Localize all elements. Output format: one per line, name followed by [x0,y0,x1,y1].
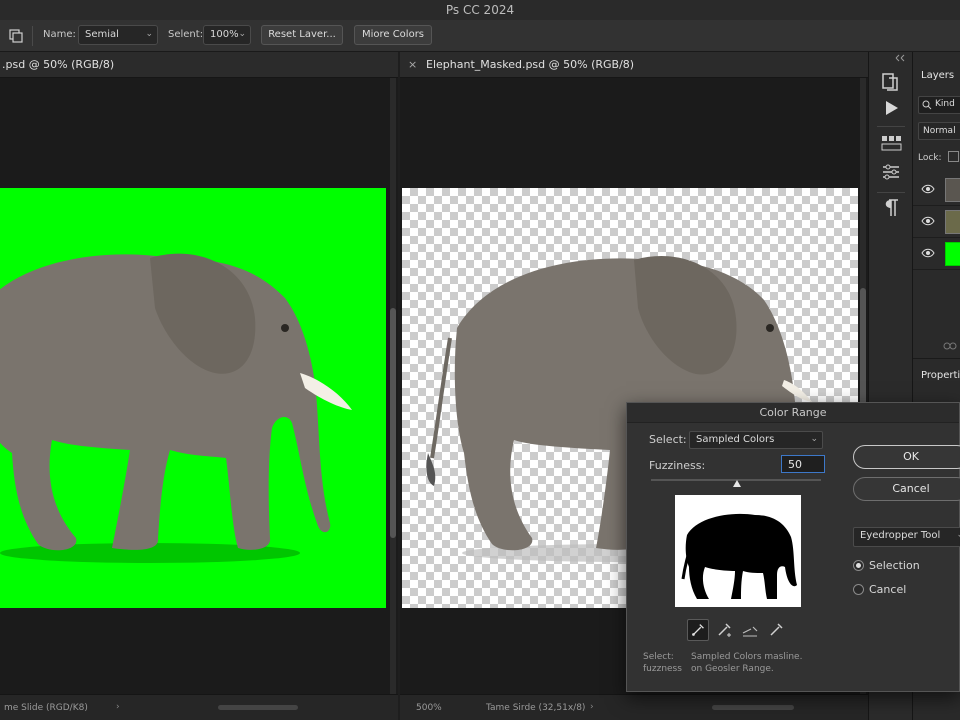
play-icon[interactable] [879,96,903,120]
eye-icon[interactable] [921,216,935,226]
eyedropper-icon[interactable] [687,619,709,641]
eye-icon[interactable] [921,184,935,194]
history-icon[interactable] [879,70,903,94]
chevron-down-icon: ⌄ [238,29,246,39]
eyedropper-group [687,619,787,641]
chevron-down-icon: ⌄ [956,530,960,540]
properties-title[interactable]: Properti [921,370,960,381]
search-icon [922,100,932,110]
layers-filter-kind: Kind [935,99,955,109]
options-bar: Name: Semial ⌄ Selent: 100% ⌄ Reset Lave… [0,20,960,52]
elephant-image [0,253,352,563]
radio-cancel[interactable] [853,584,864,595]
layer-row[interactable] [913,238,960,270]
name-label: Name: [43,29,76,40]
close-icon[interactable]: × [408,58,417,71]
strip-divider [877,192,905,193]
tool-dropdown-value: Eyedropper Tool [860,530,941,541]
blend-mode-value: Normal [923,126,956,136]
paragraph-icon[interactable] [879,196,903,220]
hscroll-thumb-left[interactable] [218,705,298,710]
layer-row[interactable] [913,206,960,238]
strip-divider [877,126,905,127]
blend-mode-select[interactable]: Normal [918,122,960,140]
tool-dropdown[interactable]: Eyedropper Tool ⌄ [853,527,960,547]
collapse-icon[interactable] [895,54,907,62]
layer-thumbnail [945,178,960,202]
eyedropper-invert-icon[interactable] [765,619,787,641]
status-zoom-right[interactable]: 500% [416,703,442,713]
layer-row[interactable] [913,174,960,206]
doc-tab-right-title: Elephant_Masked.psd @ 50% (RGB/8) [426,58,635,71]
select-percent-value: 100% [210,29,239,40]
more-colors-button[interactable]: Miore Colors [354,25,432,45]
options-divider [32,26,33,46]
silhouette-preview-image [681,513,797,599]
radio-cancel-label: Cancel [869,583,907,596]
fuzziness-label: Fuzziness: [649,459,706,472]
radio-selection-label: Selection [869,559,920,572]
status-text-right: Tame Sirde (32,51x/8) [486,703,586,713]
layers-title[interactable]: Layers [921,70,954,81]
fuzziness-slider-handle[interactable] [733,480,741,487]
eyedropper-plus-icon[interactable] [713,619,735,641]
help-text-2: on Geosler Range. [691,664,774,674]
help-text-1: Sampled Colors masline. [691,652,803,662]
eyedropper-minus-icon[interactable] [739,619,761,641]
doc-tab-right[interactable]: × Elephant_Masked.psd @ 50% (RGB/8) [400,52,868,78]
name-select[interactable]: Semial ⌄ [78,25,158,45]
dialog-title: Color Range [627,403,959,423]
radio-selection[interactable] [853,560,864,571]
green-screen-canvas [0,188,386,608]
doc-tab-left-title: .psd @ 50% (RGB/8) [2,58,115,71]
doc-tab-left[interactable]: .psd @ 50% (RGB/8) [0,52,398,78]
select-percent[interactable]: 100% ⌄ [203,25,251,45]
chevron-right-icon[interactable]: › [590,702,594,712]
status-bar-right: 500% Tame Sirde (32,51x/8) › [400,694,868,720]
selection-preview[interactable] [675,495,801,607]
ok-button[interactable]: OK [853,445,960,469]
lock-label: Lock: [918,153,942,163]
help-label-select: Select: [643,652,674,662]
layers-copy-icon[interactable] [8,28,24,44]
hscroll-thumb-right[interactable] [712,705,794,710]
link-icon[interactable] [943,342,957,350]
layer-thumbnail-green [945,242,960,266]
select-label: Select: [649,433,687,446]
canvas-left[interactable] [0,78,398,694]
status-bar-left: me Slide (RGD/K8) › [0,694,398,720]
app-titlebar: Ps CC 2024 [0,0,960,20]
cancel-button[interactable]: Cancel [853,477,960,501]
scrollbar-left-thumb[interactable] [390,308,396,538]
app-title: Ps CC 2024 [445,3,515,17]
select-dropdown[interactable]: Sampled Colors ⌄ [689,431,823,449]
chevron-right-icon[interactable]: › [116,702,120,712]
chevron-down-icon: ⌄ [145,29,153,39]
adjustments-icon[interactable] [879,160,903,184]
color-range-dialog: Color Range Select: Sampled Colors ⌄ Fuz… [626,402,960,692]
eye-icon[interactable] [921,248,935,258]
scrollbar-left[interactable] [390,78,396,694]
panel-divider [913,358,960,359]
layers-filter[interactable]: Kind [918,96,960,114]
chevron-down-icon: ⌄ [810,434,818,444]
status-text-left: me Slide (RGD/K8) [4,703,88,713]
layer-thumbnail [945,210,960,234]
select-dropdown-value: Sampled Colors [696,434,775,445]
reset-layer-button[interactable]: Reset Laver... [261,25,343,45]
document-left: .psd @ 50% (RGB/8) me Slide (RGD/K8) › [0,52,398,720]
lock-checkbox[interactable] [948,151,959,162]
help-label-fuzziness: fuzzness [643,664,682,674]
swatches-icon[interactable] [879,132,903,156]
fuzziness-input[interactable]: 50 [781,455,825,473]
name-select-value: Semial [85,29,119,40]
select-label: Selent: [168,29,204,40]
